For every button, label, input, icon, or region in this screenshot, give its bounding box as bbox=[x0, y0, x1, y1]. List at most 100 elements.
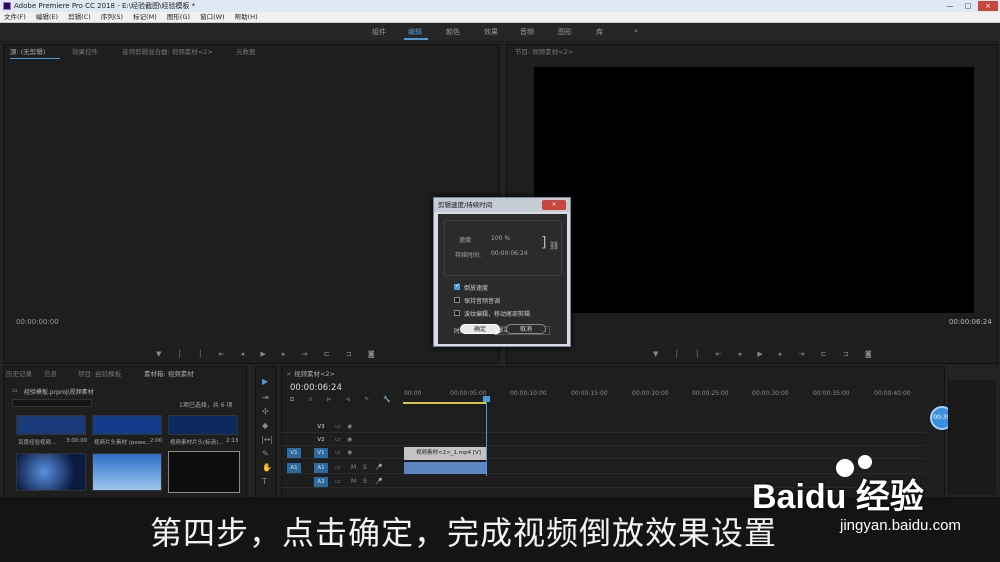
ripple-edit-checkbox[interactable] bbox=[454, 310, 460, 316]
playhead-handle[interactable] bbox=[483, 396, 490, 402]
menu-file[interactable]: 文件(F) bbox=[0, 12, 30, 23]
ruler-tick: 00:00:35:00 bbox=[813, 390, 850, 397]
project-panel: 历史记录 信息 项目: 经验模板 素材箱: 视频素材 ▭ 经验模板.prproj… bbox=[3, 366, 247, 498]
ruler-tick: 00:00:30:00 bbox=[752, 390, 789, 397]
audio-clip[interactable] bbox=[404, 462, 486, 474]
brand-url: jingyan.baidu.com bbox=[840, 517, 961, 534]
type-tool-icon[interactable]: T bbox=[262, 477, 267, 486]
media-thumbnail-selected[interactable] bbox=[168, 451, 240, 493]
project-tabs: 历史记录 信息 项目: 经验模板 素材箱: 视频素材 bbox=[4, 367, 246, 381]
subtitle-text: 第四步，点击确定，完成视频倒放效果设置 bbox=[150, 514, 778, 552]
media-thumbnail[interactable] bbox=[92, 415, 162, 435]
menu-bar: 文件(F) 编辑(E) 剪辑(C) 序列(S) 标记(M) 图形(G) 窗口(W… bbox=[0, 12, 1000, 23]
workspace-color[interactable]: 颜色 bbox=[446, 27, 460, 37]
project-search-input[interactable] bbox=[12, 399, 92, 407]
razor-tool-icon[interactable]: ◆ bbox=[262, 421, 268, 430]
ripple-edit-tool-icon[interactable]: ✣ bbox=[262, 407, 269, 416]
toggle-visibility-icon[interactable]: ◉ bbox=[347, 436, 352, 443]
media-thumbnail[interactable] bbox=[168, 415, 238, 435]
selection-count: 1项已选择，共 6 项 bbox=[179, 402, 233, 409]
close-window-button[interactable]: × bbox=[978, 1, 998, 11]
tab-info[interactable]: 信息 bbox=[44, 367, 57, 381]
menu-help[interactable]: 帮助(H) bbox=[231, 12, 262, 23]
mute-button[interactable]: M bbox=[351, 464, 356, 471]
track-label[interactable]: A2 bbox=[314, 477, 328, 487]
solo-button[interactable]: S bbox=[363, 464, 367, 471]
menu-markers[interactable]: 标记(M) bbox=[129, 12, 161, 23]
chain-icon[interactable]: ⛓ bbox=[549, 241, 559, 250]
ruler-tick: 00:00:10:00 bbox=[510, 390, 547, 397]
source-patch-a1[interactable]: A1 bbox=[287, 463, 301, 473]
track-label[interactable]: V3 bbox=[314, 422, 328, 432]
reverse-speed-checkbox[interactable] bbox=[454, 282, 460, 290]
toggle-sync-lock-icon[interactable]: ▭ bbox=[335, 436, 341, 443]
menu-clip[interactable]: 剪辑(C) bbox=[64, 12, 95, 23]
media-duration: 3:00:00 bbox=[66, 438, 88, 444]
hand-tool-icon[interactable]: ✋ bbox=[262, 463, 272, 472]
dialog-body: 速度: 100 % 持续时间: 00:00:06:24 ] ⛓ 倒放速度 保持音… bbox=[438, 214, 567, 344]
minimize-button[interactable]: — bbox=[942, 1, 958, 11]
toggle-sync-lock-icon[interactable]: ▭ bbox=[335, 464, 341, 471]
solo-button[interactable]: S bbox=[363, 478, 367, 485]
menu-edit[interactable]: 编辑(E) bbox=[32, 12, 62, 23]
video-clip[interactable]: 视频素材<2>_1.mp4 [V] bbox=[404, 447, 486, 460]
toggle-sync-lock-icon[interactable]: ▭ bbox=[335, 423, 341, 430]
workspace-more[interactable]: » bbox=[634, 27, 638, 35]
menu-graphics[interactable]: 图形(G) bbox=[163, 12, 194, 23]
workspace-effects[interactable]: 效果 bbox=[484, 27, 498, 37]
program-transport-controls[interactable]: ▼ │ │ ⇤ ◂ ▶ ▸ ⇥ ⊏ ⊐ ◙ bbox=[653, 350, 879, 358]
source-patch-v1[interactable]: V1 bbox=[287, 448, 301, 458]
maximize-button[interactable]: □ bbox=[960, 1, 976, 11]
duration-value[interactable]: 00:00:06:24 bbox=[491, 250, 528, 257]
pen-tool-icon[interactable]: ✎ bbox=[262, 449, 269, 458]
track-label[interactable]: V2 bbox=[314, 435, 328, 445]
link-icon[interactable]: ] bbox=[541, 235, 546, 251]
tab-effect-controls[interactable]: 效果控件 bbox=[72, 45, 98, 59]
source-transport-controls[interactable]: ▼ │ │ ⇤ ◂ ▶ ▸ ⇥ ⊏ ⊐ ◙ bbox=[156, 350, 382, 358]
cancel-button[interactable]: 取消 bbox=[506, 324, 546, 334]
toggle-visibility-icon[interactable]: ◉ bbox=[347, 449, 352, 456]
workspace-libraries[interactable]: 库 bbox=[596, 27, 603, 37]
tab-audio-clip-mixer[interactable]: 音频剪辑混合器: 视频素材<2> bbox=[122, 45, 213, 59]
menu-sequence[interactable]: 序列(S) bbox=[97, 12, 127, 23]
menu-window[interactable]: 窗口(W) bbox=[196, 12, 229, 23]
window-title: Adobe Premiere Pro CC 2018 - E:\经验截图\经验模… bbox=[14, 2, 196, 10]
toggle-sync-lock-icon[interactable]: ▭ bbox=[335, 478, 341, 485]
close-sequence-icon[interactable]: × bbox=[286, 367, 291, 381]
track-label[interactable]: A1 bbox=[314, 463, 328, 473]
workspace-bar: 组件 编辑 颜色 效果 音频 图形 库 » bbox=[0, 23, 1000, 42]
track-v3: V3 ▭ ◉ bbox=[281, 421, 925, 433]
microphone-icon[interactable]: 🎤 bbox=[375, 464, 382, 471]
slip-tool-icon[interactable]: |↔| bbox=[261, 435, 273, 444]
track-select-tool-icon[interactable]: ⇥ bbox=[262, 393, 269, 402]
tab-bin[interactable]: 素材箱: 视频素材 bbox=[144, 367, 194, 381]
workspace-assembly[interactable]: 组件 bbox=[372, 27, 386, 37]
tab-project[interactable]: 项目: 经验模板 bbox=[78, 367, 121, 381]
speed-value[interactable]: 100 % bbox=[491, 235, 510, 242]
track-label[interactable]: V1 bbox=[314, 448, 328, 458]
tab-program[interactable]: 节目: 视频素材<2> bbox=[515, 45, 573, 59]
workspace-editing[interactable]: 编辑 bbox=[408, 27, 422, 37]
work-area-bar[interactable] bbox=[403, 402, 487, 404]
timeline-tools[interactable]: ⧉ ∩ ⊳ ⊲ ✎ 🔧 bbox=[290, 396, 397, 404]
tab-metadata[interactable]: 元数据 bbox=[236, 45, 256, 59]
media-thumbnail[interactable] bbox=[16, 453, 86, 491]
media-thumbnail[interactable] bbox=[92, 453, 162, 491]
tab-source[interactable]: 源: (无剪辑) bbox=[10, 45, 45, 59]
workspace-audio[interactable]: 音频 bbox=[520, 27, 534, 37]
ruler-tick: 00:00 bbox=[404, 390, 422, 397]
speed-label: 速度: bbox=[459, 237, 474, 244]
selection-tool-icon[interactable]: ▶ bbox=[262, 377, 268, 386]
mute-button[interactable]: M bbox=[351, 478, 356, 485]
dialog-close-button[interactable]: × bbox=[542, 200, 566, 210]
baidu-jingyan-watermark: Baidu 经验 jingyan.baidu.com bbox=[752, 455, 961, 534]
workspace-graphics[interactable]: 图形 bbox=[558, 27, 572, 37]
media-thumbnail[interactable] bbox=[16, 415, 86, 435]
microphone-icon[interactable]: 🎤 bbox=[375, 478, 382, 485]
tab-history[interactable]: 历史记录 bbox=[6, 367, 32, 381]
toggle-sync-lock-icon[interactable]: ▭ bbox=[335, 449, 341, 456]
maintain-pitch-checkbox[interactable] bbox=[454, 297, 460, 303]
maintain-pitch-label: 保持音频音调 bbox=[464, 298, 501, 305]
toggle-visibility-icon[interactable]: ◉ bbox=[347, 423, 352, 430]
tab-sequence[interactable]: 视频素材<2> bbox=[294, 367, 335, 381]
